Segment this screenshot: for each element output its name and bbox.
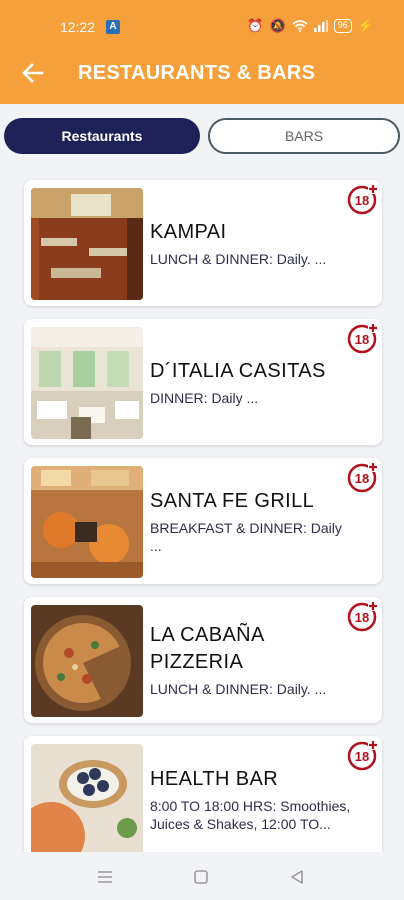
home-square-icon xyxy=(194,870,208,884)
age-18-plus-icon: 18 xyxy=(347,740,378,771)
recent-apps-button[interactable] xyxy=(94,866,116,888)
restaurant-image xyxy=(31,466,143,578)
restaurant-info: KAMPAI LUNCH & DINNER: Daily. ... xyxy=(150,180,352,306)
charging-icon: ⚡ xyxy=(357,18,374,33)
system-nav-bar xyxy=(0,852,404,900)
restaurant-schedule: DINNER: Daily ... xyxy=(150,389,259,406)
status-icons: ⏰ 🔕 96 ⚡ xyxy=(247,18,374,34)
tab-restaurants[interactable]: Restaurants xyxy=(4,118,200,154)
back-triangle-icon xyxy=(291,870,303,884)
restaurant-card-ditalia-casitas[interactable]: D´ITALIA CASITAS DINNER: Daily ... 18 xyxy=(24,319,382,445)
restaurant-card-kampai[interactable]: KAMPAI LUNCH & DINNER: Daily. ... 18 xyxy=(24,180,382,306)
status-time: 12:22 xyxy=(60,19,96,35)
menu-icon xyxy=(98,871,112,883)
svg-text:18: 18 xyxy=(355,332,369,347)
restaurant-name: HEALTH BAR xyxy=(150,767,279,790)
battery-indicator: 96 xyxy=(333,19,352,33)
restaurant-name: LA CABAÑA PIZZERIA xyxy=(150,624,264,673)
restaurant-info: D´ITALIA CASITAS DINNER: Daily ... xyxy=(150,319,352,445)
restaurant-schedule: BREAKFAST & DINNER: Daily ... xyxy=(150,519,342,554)
app-header: 12:22 A ⏰ 🔕 96 ⚡ RESTAURANTS & BARS xyxy=(0,0,404,104)
restaurant-name: SANTA FE GRILL xyxy=(150,489,315,512)
back-button[interactable] xyxy=(16,56,50,90)
restaurant-card-santa-fe-grill[interactable]: SANTA FE GRILL BREAKFAST & DINNER: Daily… xyxy=(24,458,382,584)
restaurant-card-la-cabana-pizzeria[interactable]: LA CABAÑA PIZZERIA LUNCH & DINNER: Daily… xyxy=(24,597,382,723)
restaurant-info: LA CABAÑA PIZZERIA LUNCH & DINNER: Daily… xyxy=(150,597,352,723)
app-notification-icon: A xyxy=(106,20,120,34)
tab-bars[interactable]: BARS xyxy=(208,118,400,154)
restaurant-name: D´ITALIA CASITAS xyxy=(150,359,326,382)
toolbar: RESTAURANTS & BARS xyxy=(0,48,404,98)
svg-text:18: 18 xyxy=(355,193,369,208)
restaurant-card-health-bar[interactable]: HEALTH BAR 8:00 TO 18:00 HRS: Smoothies,… xyxy=(24,736,382,852)
arrow-left-icon xyxy=(22,63,44,83)
restaurant-schedule: 8:00 TO 18:00 HRS: Smoothies, Juices & S… xyxy=(150,797,351,832)
restaurant-schedule: LUNCH & DINNER: Daily. ... xyxy=(150,250,327,267)
age-18-plus-icon: 18 xyxy=(347,184,378,215)
svg-text:18: 18 xyxy=(355,749,369,764)
signal-icon xyxy=(313,20,328,32)
home-button[interactable] xyxy=(190,866,212,888)
restaurant-schedule: LUNCH & DINNER: Daily. ... xyxy=(150,681,327,697)
alarm-icon: ⏰ xyxy=(247,18,264,33)
wifi-icon xyxy=(292,20,308,32)
restaurant-info: SANTA FE GRILL BREAKFAST & DINNER: Daily… xyxy=(150,458,352,584)
restaurant-name: KAMPAI xyxy=(150,220,227,243)
restaurant-image xyxy=(31,605,143,717)
status-bar: 12:22 A ⏰ 🔕 96 ⚡ xyxy=(0,0,404,40)
age-18-plus-icon: 18 xyxy=(347,601,378,632)
restaurant-info: HEALTH BAR 8:00 TO 18:00 HRS: Smoothies,… xyxy=(150,736,352,852)
restaurant-list[interactable]: KAMPAI LUNCH & DINNER: Daily. ... 18 D´I… xyxy=(0,168,404,852)
restaurant-image xyxy=(31,327,143,439)
restaurant-image xyxy=(31,744,143,852)
age-18-plus-icon: 18 xyxy=(347,462,378,493)
mute-icon: 🔕 xyxy=(269,18,286,33)
category-tabs: Restaurants BARS xyxy=(0,112,404,160)
page-title: RESTAURANTS & BARS xyxy=(78,62,316,84)
restaurant-image xyxy=(31,188,143,300)
svg-text:18: 18 xyxy=(355,471,369,486)
svg-text:18: 18 xyxy=(355,610,369,625)
system-back-button[interactable] xyxy=(286,866,308,888)
age-18-plus-icon: 18 xyxy=(347,323,378,354)
